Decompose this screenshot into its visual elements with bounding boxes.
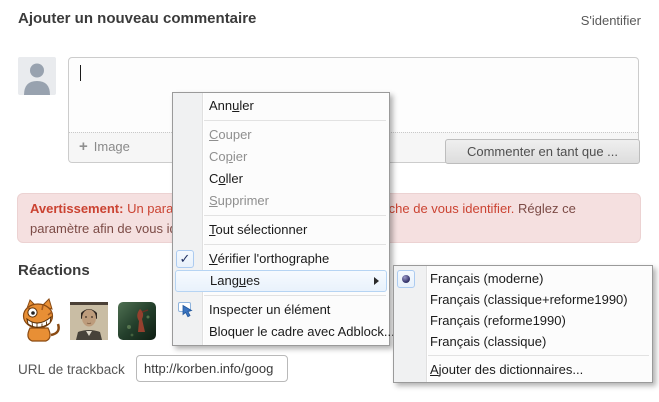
menu-item-label: Inspecter un élément (209, 302, 330, 317)
comment-page: Ajouter un nouveau commentaire S'identif… (0, 0, 659, 402)
artwork-avatar-image (118, 302, 156, 340)
menu-item-verifier-orthographe[interactable]: ✓ Vérifier l'orthographe (173, 248, 389, 270)
menu-item-tout-selectionner[interactable]: Tout sélectionner (173, 219, 389, 241)
menu-separator (204, 244, 386, 245)
menu-separator (204, 120, 386, 121)
man-avatar-image (70, 302, 108, 340)
add-image-button[interactable]: + Image (79, 138, 130, 156)
menu-item-label: Copier (209, 149, 247, 164)
menu-item-label: Vérifier l'orthographe (209, 251, 329, 266)
reactions-title: Réactions (18, 262, 90, 279)
menu-separator (428, 355, 649, 356)
menu-item-francais-classique-reforme1990[interactable]: Français (classique+reforme1990) (394, 289, 652, 310)
menu-item-francais-classique[interactable]: Français (classique) (394, 331, 652, 352)
menu-item-label: Tout sélectionner (209, 222, 307, 237)
default-avatar (18, 57, 56, 95)
menu-item-label: Langues (210, 273, 260, 288)
text-caret (80, 65, 81, 81)
menu-item-label: Ajouter des dictionnaires... (430, 362, 583, 377)
cat-avatar-image (16, 298, 62, 344)
menu-item-label: Français (classique) (430, 334, 546, 349)
menu-item-bloquer-adblock[interactable]: Bloquer le cadre avec Adblock... (173, 321, 389, 343)
add-image-label: Image (94, 139, 130, 154)
menu-item-label: Coller (209, 171, 243, 186)
warning-prefix: Avertissement: (30, 201, 123, 216)
menu-item-label: Français (moderne) (430, 271, 543, 286)
menu-item-label: Supprimer (209, 193, 269, 208)
menu-item-coller[interactable]: Coller (173, 168, 389, 190)
artwork-avatar[interactable] (118, 302, 156, 340)
context-menu: Annuler Couper Copier Coller Supprimer Tout s… (172, 92, 390, 346)
man-avatar[interactable] (70, 302, 108, 340)
inspect-element-icon (178, 302, 194, 318)
comment-as-button[interactable]: Commenter en tant que ... (445, 139, 640, 164)
menu-item-inspecter-element[interactable]: Inspecter un élément (173, 299, 389, 321)
menu-item-label: Français (classique+reforme1990) (430, 292, 628, 307)
cat-avatar[interactable] (16, 298, 62, 344)
menu-item-copier: Copier (173, 146, 389, 168)
menu-item-annuler[interactable]: Annuler (173, 95, 389, 117)
signin-link[interactable]: S'identifier (581, 13, 641, 28)
trackback-url-input[interactable] (136, 355, 288, 382)
menu-item-supprimer: Supprimer (173, 190, 389, 212)
trackback-label: URL de trackback (18, 362, 125, 377)
languages-submenu: Français (moderne) Français (classique+re… (393, 265, 653, 383)
submenu-arrow-icon (374, 277, 379, 285)
menu-item-label: Annuler (209, 98, 254, 113)
checkmark-icon: ✓ (176, 250, 194, 268)
menu-item-langues[interactable]: Langues (175, 270, 387, 292)
menu-item-francais-reforme1990[interactable]: Français (reforme1990) (394, 310, 652, 331)
radio-selected-icon (397, 270, 415, 288)
menu-item-francais-moderne[interactable]: Français (moderne) (394, 268, 652, 289)
person-silhouette-icon (18, 57, 56, 95)
page-title: Ajouter un nouveau commentaire (18, 10, 256, 27)
menu-separator (204, 215, 386, 216)
menu-item-ajouter-dictionnaires[interactable]: Ajouter des dictionnaires... (394, 359, 652, 380)
menu-item-label: Français (reforme1990) (430, 313, 566, 328)
menu-item-couper: Couper (173, 124, 389, 146)
menu-item-label: Couper (209, 127, 252, 142)
plus-icon: + (79, 138, 88, 156)
menu-separator (204, 295, 386, 296)
menu-item-label: Bloquer le cadre avec Adblock... (209, 324, 395, 339)
